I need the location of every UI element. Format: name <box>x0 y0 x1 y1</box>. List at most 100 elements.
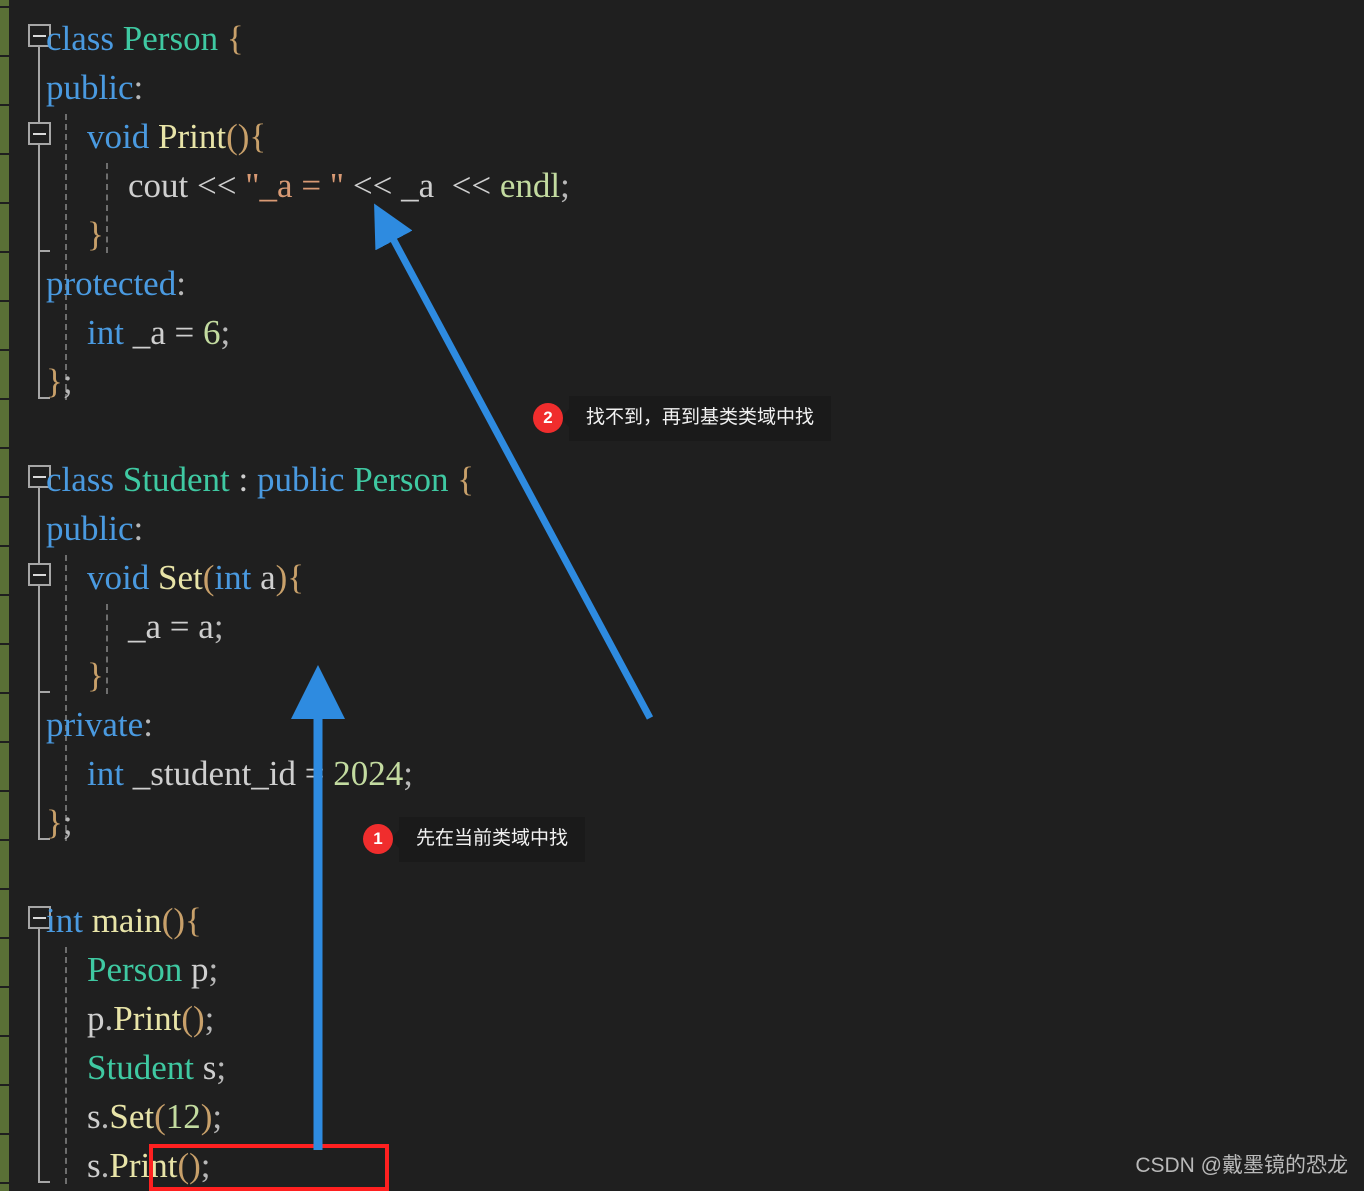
code-line[interactable]: int main(){ <box>46 896 202 945</box>
code-text-area[interactable]: class Person {public: void Print(){cout <… <box>0 0 1364 1191</box>
code-line[interactable]: }; <box>46 357 73 406</box>
code-token: p <box>87 999 105 1038</box>
code-token: p <box>191 950 209 989</box>
code-token: public <box>46 509 134 548</box>
code-token: << <box>451 166 492 205</box>
code-token: _student_id <box>132 754 297 793</box>
code-highlight-box <box>149 1144 389 1191</box>
code-token: Set <box>157 558 203 597</box>
code-token: Person <box>353 460 449 499</box>
code-token: ; <box>212 1097 223 1136</box>
code-line[interactable]: } <box>87 210 104 259</box>
code-token: public <box>256 460 345 499</box>
code-token: ; <box>220 313 231 352</box>
code-token: { <box>457 460 475 499</box>
code-token: () <box>161 901 185 940</box>
code-token: { <box>185 901 202 940</box>
code-line[interactable]: s.Set(12); <box>87 1092 222 1141</box>
code-token: _a <box>128 607 162 646</box>
code-line[interactable]: _a = a; <box>128 602 224 651</box>
code-line[interactable]: p.Print(); <box>87 994 214 1043</box>
code-token: void <box>87 558 150 597</box>
code-token: ; <box>62 362 73 401</box>
code-line[interactable]: cout << "_a = " << _a << endl; <box>128 161 570 210</box>
code-token: () <box>226 117 250 156</box>
code-line[interactable]: public: <box>46 504 143 553</box>
code-token: ; <box>216 1048 227 1087</box>
code-token: 12 <box>165 1097 201 1136</box>
code-token: "_a = " <box>245 166 345 205</box>
code-token: 6 <box>203 313 221 352</box>
code-token: } <box>46 362 63 401</box>
code-token: 2024 <box>333 754 404 793</box>
code-token: ; <box>213 607 224 646</box>
code-line[interactable]: Student s; <box>87 1043 226 1092</box>
code-token: } <box>46 803 63 842</box>
code-token: ) <box>200 1097 213 1136</box>
code-token: = <box>161 607 199 646</box>
code-token: : <box>133 509 144 548</box>
code-token: Print <box>113 999 182 1038</box>
code-token: } <box>87 215 104 254</box>
code-token: : <box>229 460 257 499</box>
code-token: main <box>91 901 162 940</box>
code-line[interactable]: void Print(){ <box>87 112 266 161</box>
code-screenshot-root: class Person {public: void Print(){cout <… <box>0 0 1364 1191</box>
code-line[interactable]: } <box>87 651 104 700</box>
code-token: : <box>143 705 153 744</box>
code-token: : <box>133 68 144 107</box>
code-line[interactable]: public: <box>46 63 143 112</box>
code-token: private <box>46 705 144 744</box>
code-token: int <box>87 754 124 793</box>
code-line[interactable]: protected: <box>46 259 186 308</box>
code-token: _a <box>401 166 435 205</box>
code-token: Print <box>157 117 227 156</box>
code-line[interactable]: class Person { <box>46 14 244 63</box>
code-token: = <box>296 754 334 793</box>
code-line[interactable]: int _a = 6; <box>87 308 230 357</box>
code-token: ; <box>560 166 570 205</box>
code-token: : <box>176 264 186 303</box>
code-token: << <box>352 166 393 205</box>
code-token: int <box>87 313 124 352</box>
code-line[interactable]: int _student_id = 2024; <box>87 749 413 798</box>
code-token: Student <box>122 460 230 499</box>
code-line[interactable]: void Set(int a){ <box>87 553 304 602</box>
code-token: Student <box>87 1048 194 1087</box>
code-line[interactable]: class Student : public Person { <box>46 455 474 504</box>
code-line[interactable]: }; <box>46 798 73 847</box>
code-token: public <box>46 68 134 107</box>
code-line[interactable]: Person p; <box>87 945 218 994</box>
code-token: ) <box>275 558 288 597</box>
code-token: { <box>287 558 305 597</box>
callout-1-text: 先在当前类域中找 <box>399 817 586 862</box>
callout-1: 1 先在当前类域中找 <box>363 817 586 862</box>
code-token: ( <box>202 558 215 597</box>
code-token: () <box>181 999 205 1038</box>
code-token: ; <box>204 999 215 1038</box>
code-token: Person <box>87 950 183 989</box>
callout-2: 2 找不到，再到基类类域中找 <box>533 396 832 441</box>
code-token: ; <box>208 950 219 989</box>
code-token: cout <box>128 166 189 205</box>
code-token: Set <box>109 1097 155 1136</box>
code-token: endl <box>499 166 561 205</box>
code-line[interactable]: private: <box>46 700 153 749</box>
code-token: a <box>260 558 276 597</box>
code-token: protected <box>46 264 177 303</box>
code-token: class <box>46 19 115 58</box>
code-token: int <box>46 901 83 940</box>
